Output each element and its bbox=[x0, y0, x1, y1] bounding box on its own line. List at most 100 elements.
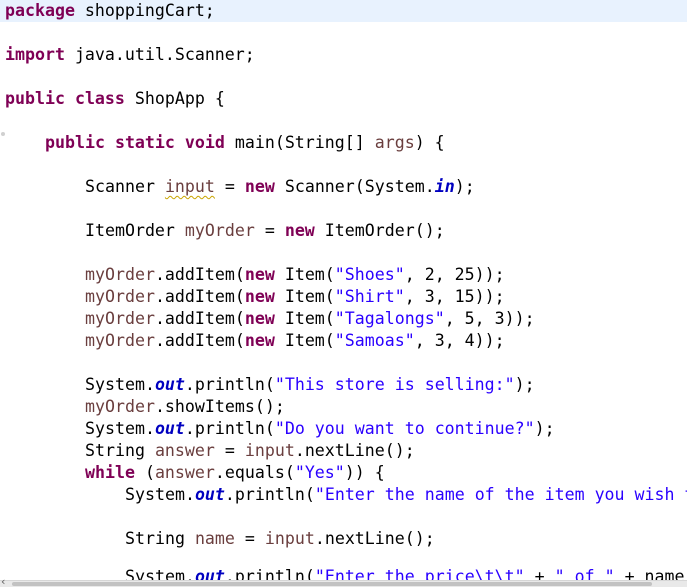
code-line-itemorder-declaration[interactable]: ItemOrder myOrder = new ItemOrder(); bbox=[85, 220, 445, 242]
item-constructor: Item( bbox=[274, 287, 335, 306]
itemorder-constructor: ItemOrder(); bbox=[314, 221, 445, 240]
keyword-class: class bbox=[74, 89, 125, 108]
keyword-new: new bbox=[284, 221, 315, 240]
method-additem: .addItem( bbox=[154, 265, 245, 284]
statement-end: ); bbox=[454, 177, 475, 196]
method-println: .println( bbox=[184, 419, 275, 438]
code-line-package[interactable]: package shoppingCart; bbox=[0, 0, 687, 22]
statement-end: ); bbox=[534, 419, 555, 438]
variable-answer: answer bbox=[154, 441, 215, 460]
keyword-static: static bbox=[114, 133, 175, 152]
code-line-while-loop[interactable]: while (answer.equals("Yes")) { bbox=[85, 462, 385, 484]
field-system-out: out bbox=[154, 419, 185, 438]
method-nextline: .nextLine(); bbox=[294, 441, 415, 460]
class-name: ShopApp { bbox=[124, 89, 225, 108]
code-line-answer-declaration[interactable]: String answer = input.nextLine(); bbox=[85, 440, 415, 462]
item-args: , 5, 3)); bbox=[444, 309, 535, 328]
variable-input-warning[interactable]: input bbox=[165, 177, 215, 196]
horizontal-scrollbar[interactable]: ‹ bbox=[0, 576, 687, 587]
code-line-additem-samoas[interactable]: myOrder.addItem(new Item("Samoas", 3, 4)… bbox=[85, 330, 505, 352]
class-system: System. bbox=[125, 567, 195, 580]
type-string: String bbox=[85, 441, 155, 460]
item-args: , 3, 4)); bbox=[414, 331, 505, 350]
keyword-package: package bbox=[5, 1, 75, 20]
statement-end: ); bbox=[514, 375, 535, 394]
string-literal: "This store is selling:" bbox=[274, 375, 515, 394]
variable-myorder: myOrder bbox=[85, 309, 155, 328]
code-line-scanner-declaration[interactable]: Scanner input = new Scanner(System.in); bbox=[85, 176, 475, 198]
method-println: .println( bbox=[184, 375, 275, 394]
scrollbar-thumb[interactable] bbox=[12, 582, 652, 586]
string-literal: "Samoas" bbox=[334, 331, 415, 350]
assign-operator: = bbox=[234, 529, 265, 548]
variable-answer: answer bbox=[154, 463, 215, 482]
keyword-new: new bbox=[244, 287, 275, 306]
string-literal: "Tagalongs" bbox=[334, 309, 445, 328]
method-equals: .equals( bbox=[214, 463, 295, 482]
keyword-public: public bbox=[45, 133, 105, 152]
concat-tail: + name bbox=[614, 567, 685, 580]
parameter-args: args bbox=[374, 133, 415, 152]
string-literal: "Shoes" bbox=[334, 265, 405, 284]
assign-operator: = bbox=[254, 221, 285, 240]
string-literal: "Enter the price\t\t" bbox=[314, 567, 525, 580]
item-args: , 2, 25)); bbox=[404, 265, 505, 284]
code-line-println-continue[interactable]: System.out.println("Do you want to conti… bbox=[85, 418, 555, 440]
method-showitems: .showItems(); bbox=[154, 397, 285, 416]
item-constructor: Item( bbox=[274, 309, 335, 328]
code-line-println-enter-name[interactable]: System.out.println("Enter the name of th… bbox=[125, 484, 687, 506]
code-line-additem-tagalongs[interactable]: myOrder.addItem(new Item("Tagalongs", 5,… bbox=[85, 308, 535, 330]
type-scanner: Scanner bbox=[85, 177, 165, 196]
import-path: java.util.Scanner; bbox=[64, 45, 255, 64]
string-literal: " of " bbox=[554, 567, 615, 580]
variable-input: input bbox=[264, 529, 315, 548]
variable-name: name bbox=[194, 529, 235, 548]
code-line-additem-shirt[interactable]: myOrder.addItem(new Item("Shirt", 3, 15)… bbox=[85, 286, 505, 308]
variable-myorder: myOrder bbox=[85, 397, 155, 416]
code-area[interactable]: package shoppingCart; import java.util.S… bbox=[0, 0, 687, 580]
keyword-while: while bbox=[85, 463, 135, 482]
code-line-main-method[interactable]: public static void main(String[] args) { bbox=[45, 132, 445, 154]
code-line-additem-shoes[interactable]: myOrder.addItem(new Item("Shoes", 2, 25)… bbox=[85, 264, 505, 286]
java-code-editor[interactable]: package shoppingCart; import java.util.S… bbox=[0, 0, 687, 587]
item-constructor: Item( bbox=[274, 265, 335, 284]
keyword-new: new bbox=[244, 177, 275, 196]
keyword-public: public bbox=[5, 89, 65, 108]
scanner-constructor: Scanner(System. bbox=[274, 177, 435, 196]
variable-myorder: myOrder bbox=[184, 221, 255, 240]
method-nextline: .nextLine(); bbox=[314, 529, 435, 548]
keyword-void: void bbox=[184, 133, 225, 152]
string-literal: "Enter the name of the item you wish t bbox=[314, 485, 687, 504]
keyword-new: new bbox=[244, 331, 275, 350]
assign-operator: = bbox=[214, 177, 245, 196]
code-line-println-enter-price[interactable]: System.out.println("Enter the price\t\t"… bbox=[125, 566, 685, 580]
code-line-import[interactable]: import java.util.Scanner; bbox=[5, 44, 255, 66]
code-line-showitems[interactable]: myOrder.showItems(); bbox=[85, 396, 285, 418]
scroll-left-arrow-icon[interactable]: ‹ bbox=[1, 576, 5, 587]
field-system-out: out bbox=[194, 485, 225, 504]
method-additem: .addItem( bbox=[154, 331, 245, 350]
keyword-new: new bbox=[244, 309, 275, 328]
variable-myorder: myOrder bbox=[85, 287, 155, 306]
string-literal: "Shirt" bbox=[334, 287, 405, 306]
method-additem: .addItem( bbox=[154, 287, 245, 306]
method-additem: .addItem( bbox=[154, 309, 245, 328]
item-args: , 3, 15)); bbox=[404, 287, 505, 306]
class-system: System. bbox=[85, 419, 155, 438]
keyword-import: import bbox=[5, 45, 65, 64]
method-signature: main(String[] bbox=[224, 133, 375, 152]
code-line-println-selling[interactable]: System.out.println("This store is sellin… bbox=[85, 374, 535, 396]
method-println: .println( bbox=[224, 485, 315, 504]
item-constructor: Item( bbox=[274, 331, 335, 350]
class-system: System. bbox=[125, 485, 195, 504]
type-itemorder: ItemOrder bbox=[85, 221, 185, 240]
string-literal: "Yes" bbox=[294, 463, 345, 482]
method-println: .println( bbox=[224, 567, 315, 580]
assign-operator: = bbox=[214, 441, 245, 460]
variable-myorder: myOrder bbox=[85, 331, 155, 350]
keyword-new: new bbox=[244, 265, 275, 284]
fold-marker-icon[interactable] bbox=[1, 132, 5, 136]
variable-input: input bbox=[244, 441, 295, 460]
code-line-class-declaration[interactable]: public class ShopApp { bbox=[5, 88, 225, 110]
code-line-name-declaration[interactable]: String name = input.nextLine(); bbox=[125, 528, 435, 550]
